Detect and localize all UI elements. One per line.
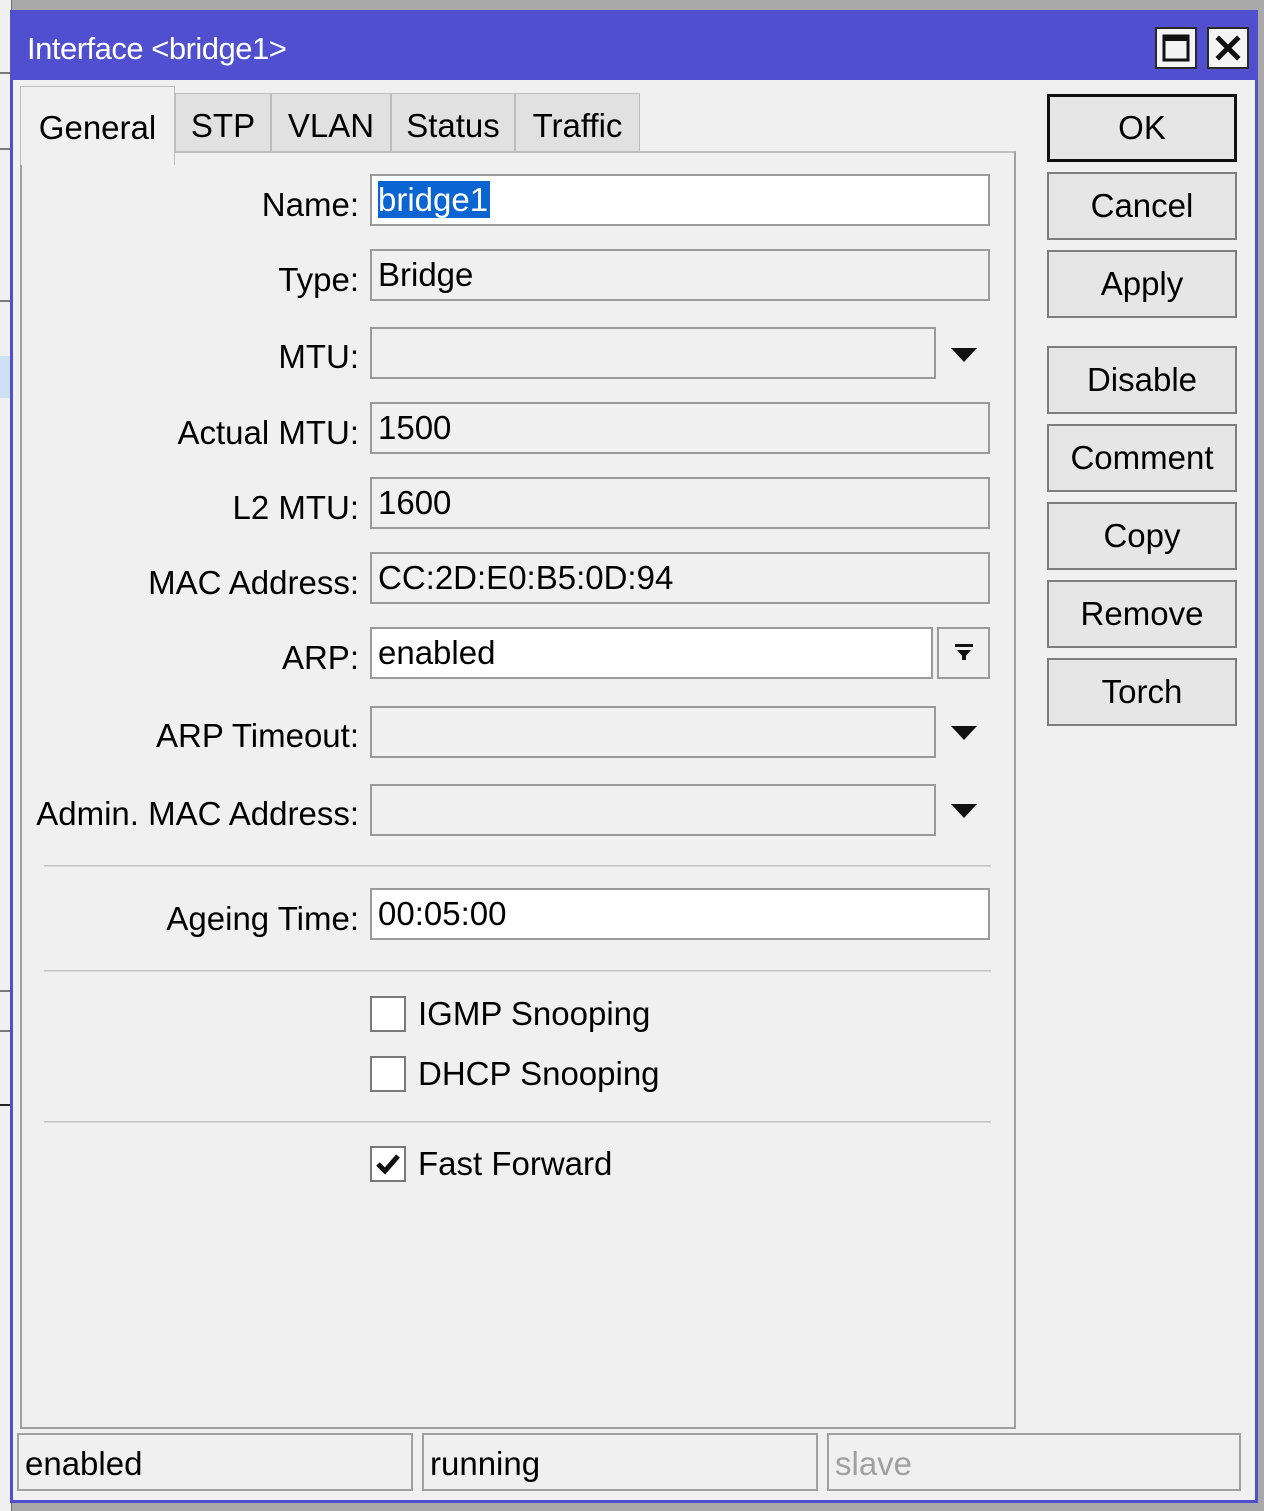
arp-timeout-dropdown-arrow[interactable] <box>950 723 978 743</box>
mac-address-value: CC:2D:E0:B5:0D:94 <box>378 559 674 596</box>
admin-mac-field[interactable] <box>370 784 936 836</box>
admin-mac-dropdown-arrow[interactable] <box>950 801 978 821</box>
maximize-button[interactable] <box>1155 27 1197 69</box>
type-field: Bridge <box>370 249 990 301</box>
fast-forward-label: Fast Forward <box>418 1145 613 1182</box>
arp-field[interactable]: enabled <box>370 627 933 679</box>
actual-mtu-field: 1500 <box>370 402 990 454</box>
title-bar[interactable]: Interface <bridge1> <box>13 13 1255 80</box>
maximize-icon <box>1162 34 1190 62</box>
triangle-down-icon <box>951 726 977 740</box>
arp-value: enabled <box>378 634 496 671</box>
comment-button[interactable]: Comment <box>1047 424 1237 492</box>
tab-traffic[interactable]: Traffic <box>515 93 640 157</box>
fast-forward-row[interactable]: Fast Forward <box>370 1144 612 1184</box>
ageing-time-value: 00:05:00 <box>378 895 507 932</box>
arp-timeout-label: ARP Timeout: <box>156 717 359 754</box>
ok-button[interactable]: OK <box>1047 94 1237 162</box>
window-title: Interface <bridge1> <box>27 31 287 66</box>
igmp-snooping-checkbox[interactable] <box>370 996 406 1032</box>
type-label: Type: <box>278 261 359 298</box>
actual-mtu-label: Actual MTU: <box>177 414 359 451</box>
status-running: running <box>422 1433 818 1491</box>
status-bar: enabled running slave <box>17 1433 1251 1495</box>
igmp-snooping-label: IGMP Snooping <box>418 995 651 1032</box>
dhcp-snooping-row[interactable]: DHCP Snooping <box>370 1054 660 1094</box>
status-enabled: enabled <box>17 1433 413 1491</box>
separator <box>44 970 991 972</box>
status-slave: slave <box>827 1433 1241 1491</box>
mac-address-field: CC:2D:E0:B5:0D:94 <box>370 552 990 604</box>
close-icon <box>1215 35 1241 61</box>
name-label: Name: <box>261 186 359 223</box>
close-button[interactable] <box>1207 27 1249 69</box>
admin-mac-label: Admin. MAC Address: <box>36 795 359 832</box>
disable-button[interactable]: Disable <box>1047 346 1237 414</box>
remove-button[interactable]: Remove <box>1047 580 1237 648</box>
name-value: bridge1 <box>378 181 491 218</box>
type-value: Bridge <box>378 256 474 293</box>
ageing-time-field[interactable]: 00:05:00 <box>370 888 990 940</box>
tab-status[interactable]: Status <box>391 93 515 157</box>
tab-general[interactable]: General <box>20 86 175 165</box>
separator <box>44 1121 991 1123</box>
mtu-label: MTU: <box>278 338 359 375</box>
triangle-down-icon <box>951 348 977 362</box>
tab-stp[interactable]: STP <box>175 93 271 157</box>
arp-timeout-field[interactable] <box>370 706 936 758</box>
copy-button[interactable]: Copy <box>1047 502 1237 570</box>
interface-dialog: Interface <bridge1> General STP VLAN Sta… <box>10 10 1258 1503</box>
l2-mtu-label: L2 MTU: <box>232 489 359 526</box>
ageing-time-label: Ageing Time: <box>166 900 359 937</box>
dhcp-snooping-label: DHCP Snooping <box>418 1055 660 1092</box>
dropdown-icon <box>954 644 973 660</box>
cancel-button[interactable]: Cancel <box>1047 172 1237 240</box>
mtu-dropdown-arrow[interactable] <box>950 345 978 365</box>
igmp-snooping-row[interactable]: IGMP Snooping <box>370 994 650 1034</box>
apply-button[interactable]: Apply <box>1047 250 1237 318</box>
arp-dropdown-button[interactable] <box>937 627 990 679</box>
name-field[interactable]: bridge1 <box>370 174 990 226</box>
actual-mtu-value: 1500 <box>378 409 452 446</box>
separator <box>44 865 991 867</box>
tab-vlan[interactable]: VLAN <box>271 93 391 157</box>
l2-mtu-value: 1600 <box>378 484 452 521</box>
torch-button[interactable]: Torch <box>1047 658 1237 726</box>
fast-forward-checkbox[interactable] <box>370 1146 406 1182</box>
l2-mtu-field: 1600 <box>370 477 990 529</box>
mtu-field[interactable] <box>370 327 936 379</box>
arp-label: ARP: <box>281 639 359 676</box>
dhcp-snooping-checkbox[interactable] <box>370 1056 406 1092</box>
triangle-down-icon <box>951 804 977 818</box>
checkmark-icon <box>376 1154 400 1175</box>
mac-address-label: MAC Address: <box>148 564 359 601</box>
